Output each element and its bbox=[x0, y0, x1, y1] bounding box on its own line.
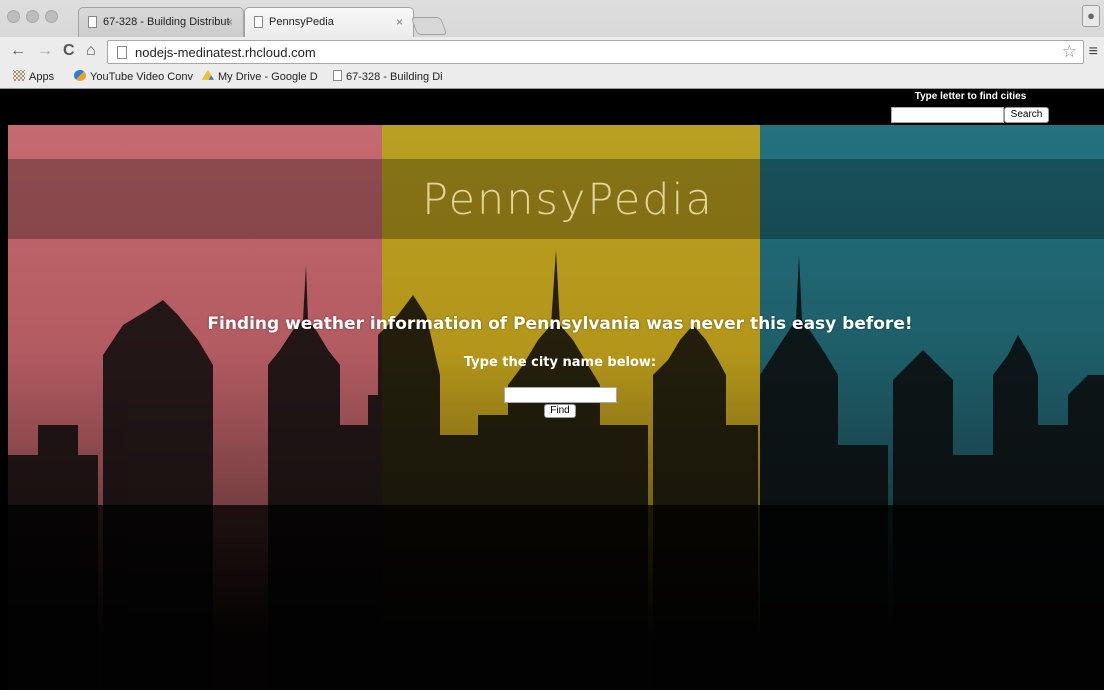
tab-label: 67-328 - Building Distribut bbox=[103, 16, 230, 28]
tab-label: PennsyPedia bbox=[269, 16, 334, 28]
search-button[interactable]: Search bbox=[1004, 107, 1049, 123]
page-icon bbox=[333, 70, 342, 81]
close-tab-icon[interactable]: × bbox=[396, 15, 403, 29]
address-bar[interactable]: nodejs-medinatest.rhcloud.com ☆ bbox=[107, 40, 1084, 64]
tab-strip: 67-328 - Building Distribut × PennsyPedi… bbox=[0, 0, 1104, 37]
google-drive-icon bbox=[202, 70, 214, 80]
page-content: Type letter to find cities Search Pennsy… bbox=[8, 89, 1104, 690]
profile-icon[interactable]: ● bbox=[1082, 5, 1100, 27]
city-prompt: Type the city name below: bbox=[463, 355, 657, 370]
minimize-window-icon[interactable] bbox=[26, 10, 39, 23]
forward-arrow-icon[interactable]: → bbox=[37, 41, 53, 61]
site-title: PennsyPedia bbox=[422, 175, 714, 225]
bookmark-label: Apps bbox=[29, 71, 55, 83]
reload-icon[interactable]: C bbox=[63, 41, 75, 61]
bookmark-label: YouTube Video Conv bbox=[90, 71, 193, 83]
close-tab-icon[interactable]: × bbox=[226, 15, 233, 29]
apps-grid-icon bbox=[13, 70, 25, 81]
bookmark-label: 67-328 - Building Di bbox=[346, 71, 443, 83]
browser-toolbar: ← → C ⌂ nodejs-medinatest.rhcloud.com ☆ … bbox=[0, 37, 1104, 67]
page-icon bbox=[88, 16, 97, 28]
headline: Finding weather information of Pennsylva… bbox=[207, 314, 913, 334]
tab-building-distributed[interactable]: 67-328 - Building Distribut × bbox=[78, 7, 244, 37]
city-letter-input[interactable] bbox=[891, 107, 1004, 123]
zoom-window-icon[interactable] bbox=[45, 10, 58, 23]
bookmark-youtube-converter[interactable]: YouTube Video Conv bbox=[74, 70, 193, 83]
bookmark-google-drive[interactable]: My Drive - Google D bbox=[202, 70, 318, 83]
city-letter-label: Type letter to find cities bbox=[914, 91, 1027, 102]
bookmark-building-distributed[interactable]: 67-328 - Building Di bbox=[333, 70, 443, 83]
city-name-input[interactable] bbox=[504, 387, 617, 403]
bookmark-label: My Drive - Google D bbox=[218, 71, 318, 83]
page-icon bbox=[254, 16, 263, 28]
bookmark-apps[interactable]: Apps bbox=[13, 70, 54, 83]
browser-chrome: 67-328 - Building Distribut × PennsyPedi… bbox=[0, 0, 1104, 89]
bookmark-star-icon[interactable]: ☆ bbox=[1062, 42, 1077, 62]
url-text: nodejs-medinatest.rhcloud.com bbox=[135, 45, 316, 60]
find-button[interactable]: Find bbox=[544, 404, 576, 418]
city-letter-search: Type letter to find cities Search bbox=[8, 89, 1104, 125]
back-arrow-icon[interactable]: ← bbox=[10, 41, 26, 61]
menu-icon[interactable]: ≡ bbox=[1089, 43, 1098, 61]
bookmarks-bar: Apps YouTube Video Conv My Drive - Googl… bbox=[0, 67, 1104, 88]
page-icon bbox=[117, 46, 127, 59]
converter-icon bbox=[74, 70, 86, 81]
close-window-icon[interactable] bbox=[7, 10, 20, 23]
home-icon[interactable]: ⌂ bbox=[86, 41, 96, 61]
new-tab-button[interactable] bbox=[410, 17, 448, 35]
hero-banner: PennsyPedia Finding weather information … bbox=[8, 125, 1104, 690]
tab-pennsypedia[interactable]: PennsyPedia × bbox=[244, 7, 414, 37]
